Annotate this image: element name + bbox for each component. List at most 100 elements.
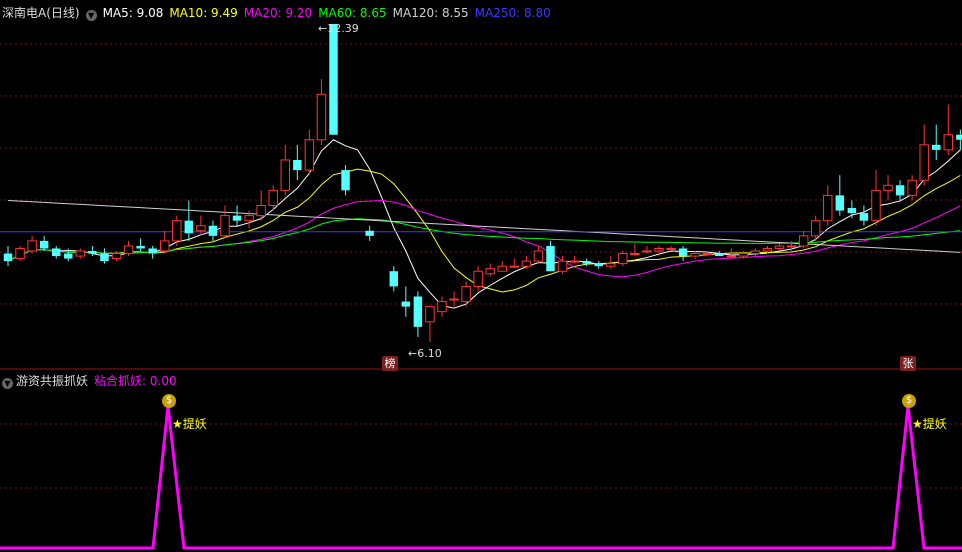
ma20-label: MA20: 9.20 — [243, 6, 313, 20]
candle-body — [365, 230, 374, 236]
indicator-panel — [0, 405, 962, 550]
badge-right: 张 — [900, 356, 916, 371]
candle-body — [425, 306, 435, 323]
candle-body — [461, 285, 471, 303]
candle-body — [293, 159, 302, 171]
kline-chart[interactable] — [0, 0, 962, 552]
candle-body — [738, 253, 749, 257]
dropdown-icon[interactable]: ▼ — [2, 378, 13, 389]
indicator-header: ▼ 游资共振抓妖 粘合抓妖: 0.00 — [2, 372, 177, 389]
candle-body — [606, 263, 616, 267]
money-bag-icon: $ — [162, 394, 176, 408]
candle-body — [148, 248, 157, 254]
candle-body — [859, 213, 869, 221]
candle-body — [316, 93, 327, 141]
candle-body — [533, 250, 544, 262]
candle-body — [786, 245, 797, 248]
candle-body — [196, 225, 206, 232]
candle-body — [27, 240, 37, 252]
candle-body — [847, 208, 857, 214]
candle-body — [172, 220, 182, 242]
candle-body — [256, 204, 266, 217]
candle-body — [762, 247, 773, 252]
candle-body — [123, 245, 134, 255]
candle-body — [389, 271, 398, 287]
ma10-label: MA10: 9.49 — [169, 6, 238, 20]
candle-body — [497, 265, 507, 272]
candle-body — [304, 139, 315, 171]
ma60-label: MA60: 8.65 — [318, 6, 387, 20]
signal-label: ★提妖 — [912, 417, 947, 431]
candle-body — [111, 253, 122, 260]
candle-body — [702, 253, 712, 256]
candle-body — [835, 195, 845, 211]
indicator-title: 游资共振抓妖 — [16, 374, 89, 388]
candle-body — [473, 270, 483, 287]
candle-body — [88, 250, 97, 254]
candle-body — [715, 253, 724, 257]
candle-body — [220, 215, 230, 237]
candle-body — [100, 253, 109, 262]
grid-lines — [0, 43, 962, 489]
candle-body — [726, 255, 737, 258]
signal-label: ★提妖 — [172, 417, 207, 431]
ma120-label: MA120: 8.55 — [392, 6, 469, 20]
candle-body — [642, 250, 652, 253]
candle-body — [883, 184, 893, 191]
candle-body — [39, 240, 49, 249]
candle-body — [895, 185, 905, 196]
price-header: 深南电A(日线) ▼ MA5: 9.08 MA10: 9.49 MA20: 9.20 MA… — [2, 4, 557, 21]
candle-body — [943, 134, 954, 151]
candle-body — [75, 250, 86, 257]
money-bag-icon: $ — [902, 394, 916, 408]
candle-body — [232, 215, 242, 221]
candle-body — [3, 253, 13, 262]
candle-body — [449, 298, 459, 301]
candle-body — [678, 248, 688, 257]
candle-body — [208, 225, 218, 236]
candle-body — [280, 159, 290, 191]
candle-body — [907, 179, 917, 196]
candle-body — [136, 245, 145, 249]
candle-body — [956, 134, 962, 140]
candle-body — [15, 247, 25, 260]
high-price-label: ←12.39 — [318, 22, 359, 35]
candle-body — [750, 250, 761, 255]
candle-body — [521, 260, 532, 267]
candle-body — [268, 189, 278, 206]
candle-body — [341, 170, 350, 191]
candle-body — [244, 215, 254, 222]
candle-body — [52, 248, 61, 257]
candle-body — [774, 245, 785, 249]
candlesticks — [3, 24, 962, 342]
candle-body — [630, 253, 640, 256]
ma20-line — [7, 199, 961, 278]
low-price-label: ←6.10 — [408, 347, 442, 360]
candle-body — [413, 296, 423, 327]
candle-body — [485, 268, 495, 275]
candle-body — [654, 247, 664, 252]
candle-body — [64, 253, 73, 259]
candle-body — [569, 260, 580, 263]
candle-body — [871, 189, 881, 222]
stock-title: 深南电A(日线) — [2, 6, 80, 20]
candle-body — [618, 253, 628, 265]
candle-body — [932, 144, 941, 150]
candle-body — [823, 194, 833, 222]
candle-body — [798, 235, 809, 247]
candle-body — [437, 301, 447, 313]
badge-left: 榜 — [382, 356, 398, 371]
candle-body — [509, 265, 520, 268]
candle-body — [159, 240, 170, 252]
candle-body — [557, 260, 568, 272]
indicator-value: 粘合抓妖: 0.00 — [94, 374, 177, 388]
candle-body — [690, 253, 700, 257]
ma5-label: MA5: 9.08 — [102, 6, 164, 20]
candle-body — [919, 144, 929, 181]
candle-body — [329, 24, 338, 135]
candle-body — [582, 261, 591, 264]
candle-body — [810, 220, 821, 237]
signal-line — [0, 405, 962, 550]
dropdown-icon[interactable]: ▼ — [85, 10, 97, 21]
candle-body — [401, 301, 411, 307]
